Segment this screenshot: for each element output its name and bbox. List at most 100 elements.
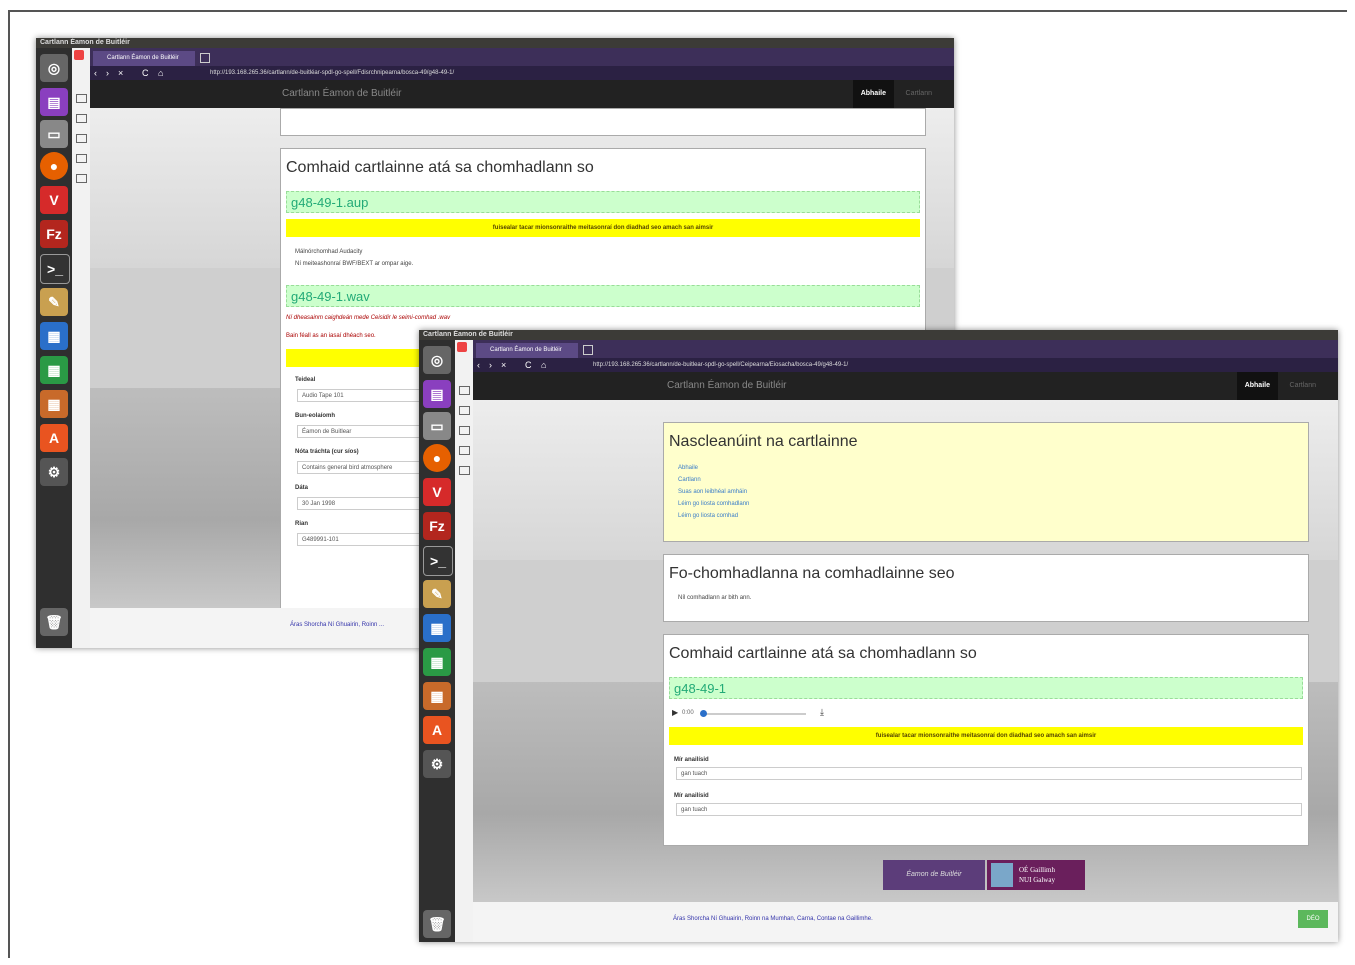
nav-link-abhaile[interactable]: Abhaile: [678, 465, 698, 471]
file-link-aup[interactable]: g48-49-1.aup: [286, 191, 920, 213]
audio-player: ▶ 0:00 ⤓: [672, 707, 832, 721]
files-icon[interactable]: ▤: [40, 88, 68, 116]
download-icon[interactable]: ⤓: [820, 707, 824, 718]
ubuntu-launcher: ◎ ▤ ▭ ● V Fz >_ ✎ ▦ ▦ ▦ A ⚙ 🗑: [419, 340, 455, 942]
nav-cartlann[interactable]: Cartlann: [1290, 372, 1316, 400]
reload-icon[interactable]: C: [142, 66, 149, 80]
tab-cartlann[interactable]: Cartlann Éamon de Buitléir: [476, 343, 578, 358]
nui-crest: [991, 863, 1013, 887]
player-time: 0:00: [682, 710, 694, 716]
field-input[interactable]: Contains general bird atmosphere: [297, 461, 425, 474]
forward-icon[interactable]: ›: [106, 66, 109, 80]
url-field[interactable]: http://193.168.265.36/cartlann/de-buitlé…: [210, 68, 944, 78]
reload-icon[interactable]: C: [525, 358, 532, 372]
drive-icon[interactable]: ▭: [423, 412, 451, 440]
terminal-icon[interactable]: >_: [423, 546, 453, 576]
text-editor-icon[interactable]: ✎: [423, 580, 451, 608]
impress-icon[interactable]: ▦: [40, 390, 68, 418]
sub-panel-text: Níl comhadlann ar bith ann.: [678, 595, 752, 601]
file-link[interactable]: g48-49-1: [669, 677, 1303, 699]
warning-banner-2: [286, 349, 426, 367]
history-icon[interactable]: [459, 426, 470, 435]
field-input[interactable]: G489991-101: [297, 533, 425, 546]
field-label: Nóta tráchta (cur síos): [295, 449, 359, 455]
new-tab-icon[interactable]: [200, 53, 210, 63]
calc-icon[interactable]: ▦: [423, 648, 451, 676]
nav-link-cartlann[interactable]: Cartlann: [678, 477, 701, 483]
nav-cartlann[interactable]: Cartlann: [906, 80, 932, 108]
forward-icon[interactable]: ›: [489, 358, 492, 372]
seek-handle[interactable]: [700, 710, 707, 717]
text-editor-icon[interactable]: ✎: [40, 288, 68, 316]
impress-icon[interactable]: ▦: [423, 682, 451, 710]
history-icon[interactable]: [76, 134, 87, 143]
nav-link-up-one-level[interactable]: Suas aon leibhéal amháin: [678, 489, 747, 495]
writer-icon[interactable]: ▦: [423, 614, 451, 642]
site-brand[interactable]: Cartlann Éamon de Buitléir: [282, 80, 402, 108]
download-icon[interactable]: [76, 114, 87, 123]
files-icon[interactable]: ▤: [423, 380, 451, 408]
field-input[interactable]: Éamon de Buitlear: [297, 425, 425, 438]
note-link[interactable]: Bain féall as an iasaí dhéach seo.: [286, 333, 376, 339]
field-input[interactable]: gan tuach: [676, 767, 1302, 780]
notes-icon[interactable]: [76, 154, 87, 163]
back-icon[interactable]: ‹: [477, 358, 480, 372]
footer-button[interactable]: DÉO: [1298, 910, 1328, 928]
trash-icon[interactable]: 🗑: [40, 608, 68, 636]
bookmark-icon[interactable]: [76, 94, 87, 103]
vivaldi-menu-icon[interactable]: [74, 50, 84, 60]
url-field[interactable]: http://193.168.265.36/cartlann/de-buitle…: [593, 360, 1328, 370]
sub-panel-title: Fo-chomhadlanna na comhadlainne seo: [669, 565, 955, 582]
logo-eamon: Éamon de Buitléir: [883, 860, 985, 890]
nav-abhaile[interactable]: Abhaile: [1236, 372, 1278, 400]
drive-icon[interactable]: ▭: [40, 120, 68, 148]
bookmark-icon[interactable]: [459, 386, 470, 395]
field-input[interactable]: Audio Tape 101: [297, 389, 425, 402]
warning-banner: fuisealar tacar mionsonraithe meitasonra…: [669, 727, 1303, 745]
terminal-icon[interactable]: >_: [40, 254, 70, 284]
panel-top: [280, 108, 926, 136]
close-icon[interactable]: ×: [118, 66, 123, 80]
home-icon[interactable]: ⌂: [158, 66, 163, 80]
vivaldi-icon[interactable]: V: [40, 186, 68, 214]
settings-gear-icon[interactable]: ⚙: [423, 750, 451, 778]
filezilla-icon[interactable]: Fz: [40, 220, 68, 248]
field-label: Bun-eolaíomh: [295, 413, 335, 419]
field-input[interactable]: 30 Jan 1998: [297, 497, 425, 510]
field-input[interactable]: gan tuach: [676, 803, 1302, 816]
window-icon[interactable]: [76, 174, 87, 183]
calc-icon[interactable]: ▦: [40, 356, 68, 384]
home-icon[interactable]: ⌂: [541, 358, 546, 372]
trash-icon[interactable]: 🗑: [423, 910, 451, 938]
software-center-icon[interactable]: A: [423, 716, 451, 744]
site-brand[interactable]: Cartlann Éamon de Buitléir: [667, 372, 787, 400]
nav-link-folder-list[interactable]: Léim go liosta comhadlann: [678, 501, 749, 507]
software-center-icon[interactable]: A: [40, 424, 68, 452]
notes-icon[interactable]: [459, 446, 470, 455]
nav-link-file-list[interactable]: Léim go liosta comhad: [678, 513, 738, 519]
field-label: Teideal: [295, 377, 316, 383]
search-icon[interactable]: ◎: [40, 54, 68, 82]
tab-bar: Cartlann Éamon de Buitléir: [457, 340, 1338, 358]
search-icon[interactable]: ◎: [423, 346, 451, 374]
file-link-wav[interactable]: g48-49-1.wav: [286, 285, 920, 307]
new-tab-icon[interactable]: [583, 345, 593, 355]
vivaldi-menu-icon[interactable]: [457, 342, 467, 352]
vivaldi-icon[interactable]: V: [423, 478, 451, 506]
writer-icon[interactable]: ▦: [40, 322, 68, 350]
tab-cartlann[interactable]: Cartlann Éamon de Buitléir: [93, 51, 195, 66]
firefox-icon[interactable]: ●: [40, 152, 68, 180]
close-icon[interactable]: ×: [501, 358, 506, 372]
download-icon[interactable]: [459, 406, 470, 415]
filezilla-icon[interactable]: Fz: [423, 512, 451, 540]
window-icon[interactable]: [459, 466, 470, 475]
back-icon[interactable]: ‹: [94, 66, 97, 80]
logo-nui-line1: OÉ Gaillimh: [1019, 866, 1055, 874]
seek-bar[interactable]: [702, 713, 806, 715]
play-icon[interactable]: ▶: [672, 708, 678, 717]
settings-gear-icon[interactable]: ⚙: [40, 458, 68, 486]
nav-abhaile[interactable]: Abhaile: [852, 80, 894, 108]
firefox-icon[interactable]: ●: [423, 444, 451, 472]
front-window: Cartlann Éamon de Buitléir ◎ ▤ ▭ ● V Fz …: [419, 330, 1338, 942]
window-titlebar: Cartlann Éamon de Buitléir: [419, 330, 1338, 340]
